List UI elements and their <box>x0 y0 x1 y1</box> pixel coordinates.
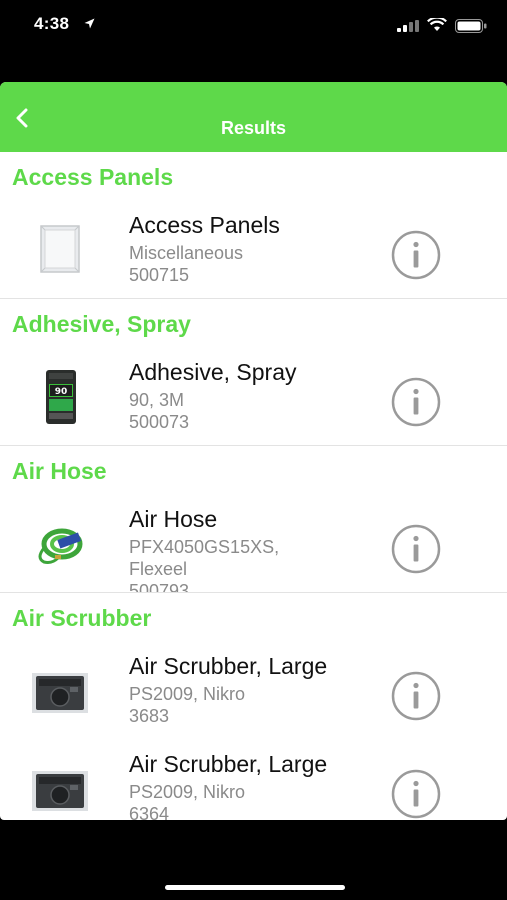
item-brand: Flexeel <box>129 559 188 579</box>
item-title: Adhesive, Spray <box>129 359 297 385</box>
item-details: PS2009, Nikro 6364 <box>129 781 329 820</box>
cellular-signal-icon <box>397 20 419 32</box>
spray-can-thumbnail: 90 <box>46 370 76 424</box>
item-title: Air Scrubber, Large <box>129 751 328 777</box>
item-model: 90, 3M <box>129 390 185 410</box>
air-scrubber-thumbnail <box>32 673 88 713</box>
section-title: Adhesive, Spray <box>12 311 191 337</box>
section-header: Adhesive, Spray <box>0 299 507 347</box>
item-title: Air Hose <box>129 506 218 532</box>
status-time: 4:38 <box>34 14 70 33</box>
item-category: Miscellaneous <box>129 243 244 263</box>
section-title: Access Panels <box>12 164 174 190</box>
item-number: 3683 <box>129 706 170 726</box>
item-title: Access Panels <box>129 212 280 238</box>
nav-title: Results <box>220 118 287 138</box>
item-number: 500715 <box>129 265 190 285</box>
info-button[interactable] <box>391 377 441 427</box>
info-button[interactable] <box>391 671 441 721</box>
air-hose-thumbnail <box>38 528 83 564</box>
item-details: PS2009, Nikro 3683 <box>129 683 329 727</box>
nav-bar: Results <box>0 82 507 152</box>
item-model: PS2009, Nikro <box>129 782 246 802</box>
battery-icon <box>455 19 487 33</box>
item-details: PFX4050GS15XS, Flexeel 500793 <box>129 536 329 593</box>
item-model: PS2009, Nikro <box>129 684 246 704</box>
list-item[interactable]: Air Hose PFX4050GS15XS, Flexeel 500793 <box>0 494 507 593</box>
home-indicator[interactable] <box>165 885 345 890</box>
item-number: 500793 <box>129 581 190 593</box>
section-header: Air Hose <box>0 446 507 494</box>
results-screen: Results Access Panels Access Panels Misc… <box>0 82 507 820</box>
item-number: 500073 <box>129 412 190 432</box>
wifi-icon <box>427 18 447 31</box>
status-bar: 4:38 <box>0 0 507 52</box>
list-item[interactable]: Air Scrubber, Large PS2009, Nikro 6364 <box>0 739 507 820</box>
location-arrow-icon <box>84 18 95 29</box>
item-model: PFX4050GS15XS, <box>129 537 280 557</box>
info-button[interactable] <box>391 769 441 819</box>
list-item[interactable]: 90 Adhesive, Spray 90, 3M 500073 <box>0 347 507 446</box>
access-panel-thumbnail <box>40 225 80 273</box>
item-title: Air Scrubber, Large <box>129 653 328 679</box>
section-header: Air Scrubber <box>0 593 507 641</box>
info-button[interactable] <box>391 524 441 574</box>
info-button[interactable] <box>391 230 441 280</box>
svg-text:90: 90 <box>55 387 68 397</box>
item-number: 6364 <box>129 804 170 820</box>
item-details: 90, 3M 500073 <box>129 389 329 433</box>
item-details: Miscellaneous 500715 <box>129 242 329 286</box>
air-scrubber-thumbnail <box>32 771 88 811</box>
list-item[interactable]: Air Scrubber, Large PS2009, Nikro 3683 <box>0 641 507 739</box>
section-title: Air Scrubber <box>12 605 152 631</box>
results-list: Access Panels Access Panels Miscellaneou… <box>0 152 507 820</box>
list-item[interactable]: Access Panels Miscellaneous 500715 <box>0 200 507 299</box>
section-title: Air Hose <box>12 458 107 484</box>
section-header: Access Panels <box>0 152 507 200</box>
